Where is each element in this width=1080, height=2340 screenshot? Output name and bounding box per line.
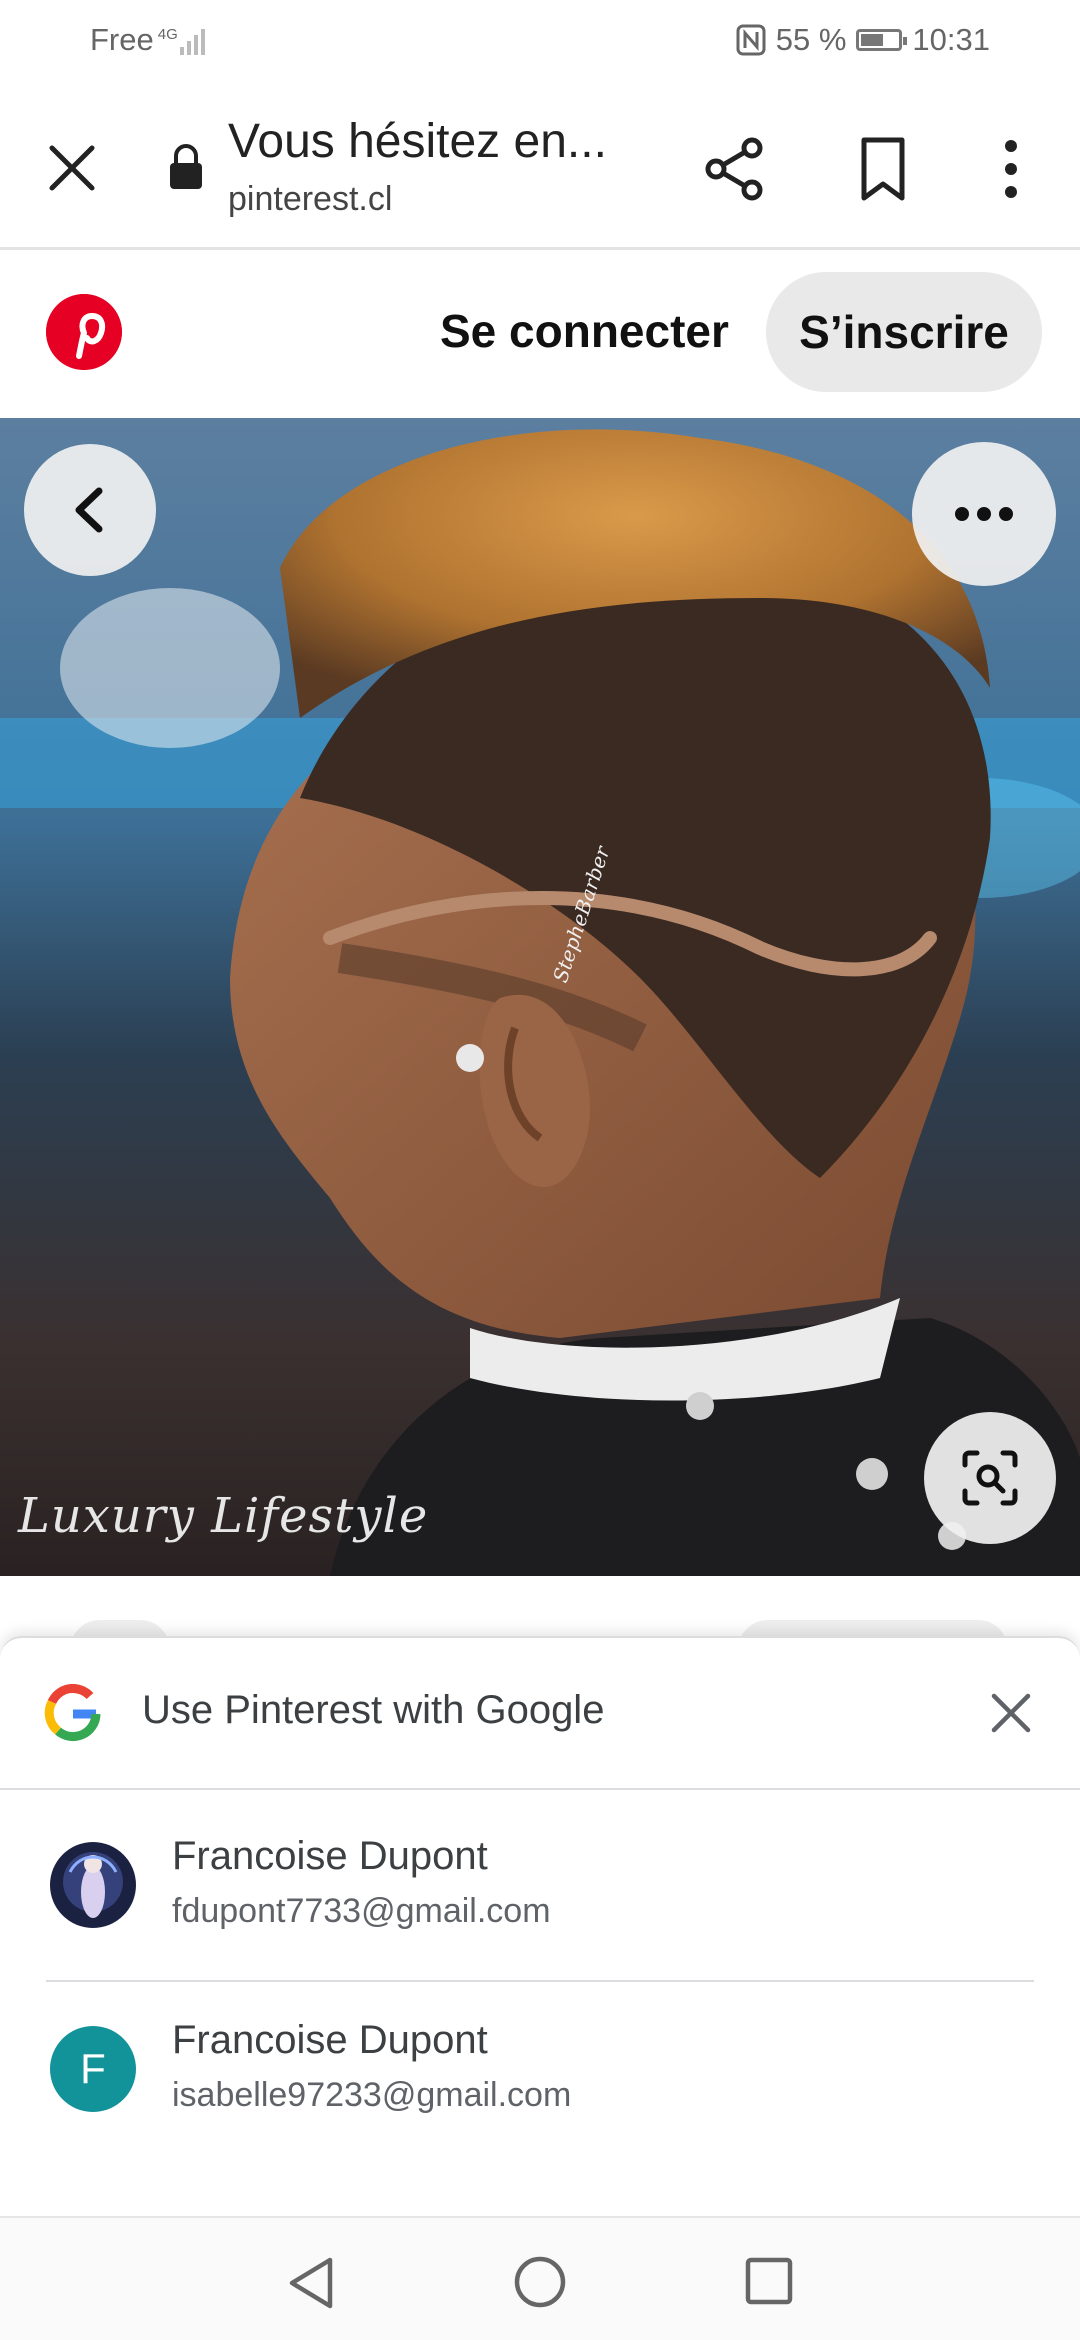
nfc-icon: [736, 24, 766, 56]
haircut-photo: [0, 418, 1080, 1576]
login-button[interactable]: Se connecter: [440, 304, 729, 358]
visual-search-icon: [962, 1450, 1018, 1506]
lock-icon: [170, 144, 202, 189]
battery-percent: 55 %: [775, 22, 847, 57]
status-right: 55 % 10:31: [736, 22, 990, 58]
close-icon[interactable]: [986, 1688, 1036, 1738]
avatar: [50, 1842, 136, 1928]
signup-button[interactable]: S’inscrire: [766, 272, 1042, 392]
signal-icon: [179, 25, 205, 55]
account-email: isabelle97233@gmail.com: [172, 2076, 572, 2114]
back-button[interactable]: [24, 444, 156, 576]
battery-icon: [856, 29, 908, 51]
account-option[interactable]: F Francoise Dupont isabelle97233@gmail.c…: [0, 1972, 1080, 2152]
nav-home-icon[interactable]: [512, 2254, 568, 2310]
google-account-sheet: Use Pinterest with Google Francoise Dupo…: [0, 1636, 1080, 2218]
visual-search-button[interactable]: [924, 1412, 1056, 1544]
screen: Free 4G 55 % 10:31 Vous hésitez en... pi…: [0, 0, 1080, 2340]
page-title[interactable]: Vous hésitez en...: [228, 114, 607, 169]
system-nav-bar: [0, 2216, 1080, 2340]
more-options-button[interactable]: [912, 442, 1056, 586]
more-vertical-icon[interactable]: [986, 134, 1036, 204]
share-icon[interactable]: [700, 134, 770, 204]
content-peek: [0, 1576, 1080, 1680]
photo-watermark: Luxury Lifestyle: [18, 1488, 429, 1544]
account-option[interactable]: Francoise Dupont fdupont7733@gmail.com: [0, 1788, 1080, 1968]
bookmark-icon[interactable]: [850, 134, 916, 204]
browser-toolbar: Vous hésitez en... pinterest.cl: [0, 84, 1080, 250]
back-arrow-icon: [75, 487, 103, 533]
account-email: fdupont7733@gmail.com: [172, 1892, 551, 1930]
network-type-label: 4G: [157, 25, 178, 43]
nav-back-icon[interactable]: [284, 2254, 338, 2312]
google-sheet-title: Use Pinterest with Google: [142, 1688, 605, 1732]
more-horizontal-icon: [955, 507, 1013, 521]
clock: 10:31: [912, 22, 990, 57]
carrier-label: Free: [90, 22, 154, 57]
page-domain[interactable]: pinterest.cl: [228, 180, 392, 219]
divider: [46, 1980, 1034, 1982]
pinterest-header: Se connecter S’inscrire: [0, 250, 1080, 418]
account-name: Francoise Dupont: [172, 1834, 488, 1878]
google-logo-icon: [44, 1684, 101, 1742]
close-icon[interactable]: [40, 136, 104, 200]
avatar: F: [50, 2026, 136, 2112]
pin-image[interactable]: StepheBarber Luxury Lifestyle: [0, 418, 1080, 1576]
nav-recent-apps-icon[interactable]: [744, 2256, 794, 2306]
account-name: Francoise Dupont: [172, 2018, 488, 2062]
status-bar: Free 4G 55 % 10:31: [0, 0, 1080, 84]
google-sheet-header: Use Pinterest with Google: [0, 1638, 1080, 1790]
pinterest-logo[interactable]: [46, 294, 122, 370]
status-left: Free 4G: [90, 22, 205, 58]
